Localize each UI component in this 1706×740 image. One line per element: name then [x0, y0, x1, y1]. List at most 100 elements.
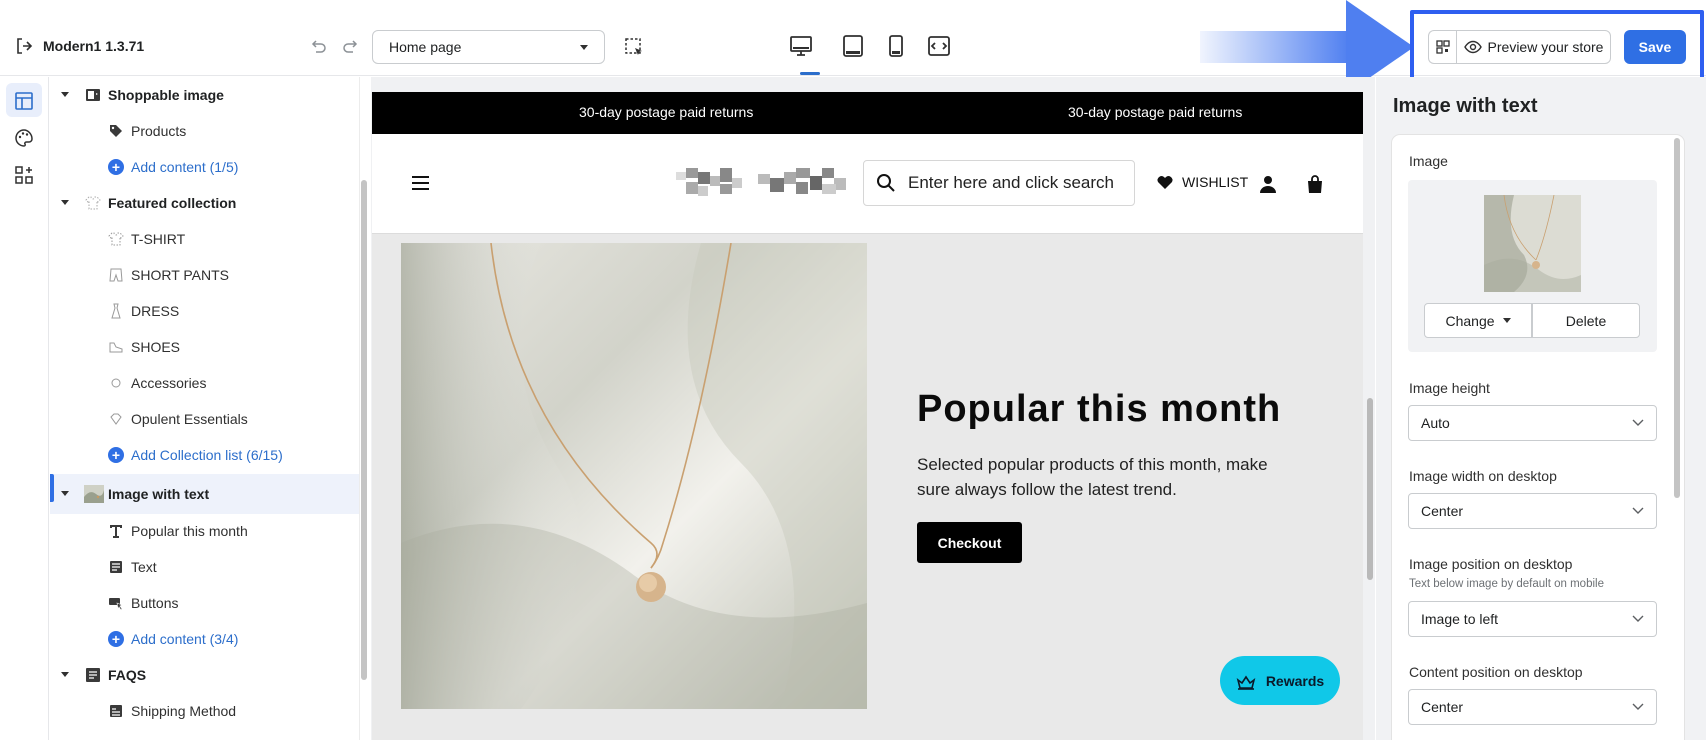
change-image-button[interactable]: Change — [1424, 303, 1532, 338]
add-content-button[interactable]: + Add content (3/4) — [50, 621, 359, 657]
plus-circle-icon: + — [108, 447, 124, 463]
section-featured-collection[interactable]: Featured collection — [50, 185, 359, 221]
section-shoppable-image[interactable]: Shoppable image — [50, 77, 359, 113]
block-buttons[interactable]: Buttons — [50, 585, 359, 621]
annotation-highlight-box — [1410, 10, 1704, 82]
fullscreen-icon[interactable] — [927, 34, 951, 58]
section-label: Shoppable image — [108, 87, 224, 103]
faq-list-icon — [86, 668, 100, 682]
tshirt-icon — [108, 232, 124, 246]
menu-icon[interactable] — [412, 176, 429, 190]
section-label: Image with text — [108, 486, 210, 502]
announcement-text: 30-day postage paid returns — [579, 104, 754, 120]
block-heading[interactable]: Popular this month — [50, 513, 359, 549]
block-tshirt[interactable]: T-SHIRT — [50, 221, 359, 257]
content-position-select[interactable]: Center — [1408, 689, 1657, 725]
select-value: Center — [1421, 699, 1464, 715]
image-position-select[interactable]: Image to left — [1408, 601, 1657, 637]
exit-icon[interactable] — [14, 36, 34, 56]
block-text[interactable]: Text — [50, 549, 359, 585]
redo-icon[interactable] — [341, 37, 361, 57]
desktop-icon[interactable] — [789, 34, 813, 58]
annotation-arrow-shaft — [1200, 31, 1350, 63]
checkout-button[interactable]: Checkout — [917, 522, 1022, 563]
chevron-down-icon — [1632, 615, 1644, 622]
tree-scrollbar-thumb[interactable] — [361, 180, 367, 680]
select-value: Image to left — [1421, 611, 1499, 627]
block-label: Products — [131, 123, 187, 139]
hero-text: Selected popular products of this month,… — [917, 455, 1268, 499]
block-label: Text — [131, 559, 157, 575]
tshirt-icon — [85, 196, 101, 210]
panel-title: Image with text — [1393, 95, 1538, 117]
shopping-bag-icon[interactable] — [1305, 174, 1325, 194]
selected-image-thumbnail[interactable] — [1484, 195, 1581, 292]
caret-down-icon[interactable] — [61, 491, 69, 496]
field-label: Image height — [1409, 380, 1490, 396]
announcement-text: 30-day postage paid returns — [1068, 104, 1243, 120]
select-value: Center — [1421, 503, 1464, 519]
caret-down-icon[interactable] — [61, 672, 69, 677]
section-label: FAQS — [108, 667, 147, 683]
add-label: Add content (3/4) — [131, 631, 239, 647]
block-shoes[interactable]: SHOES — [50, 329, 359, 365]
block-accessories[interactable]: Accessories — [50, 365, 359, 401]
field-label: Image position on desktop — [1409, 556, 1573, 572]
rewards-label: Rewards — [1265, 672, 1325, 689]
block-label: Accessories — [131, 375, 207, 391]
plus-circle-icon: + — [108, 159, 124, 175]
delete-image-button[interactable]: Delete — [1532, 303, 1640, 338]
block-dress[interactable]: DRESS — [50, 293, 359, 329]
canvas-scrollbar-thumb[interactable] — [1367, 398, 1373, 580]
store-search-box[interactable]: Enter here and click search — [863, 160, 1135, 206]
caret-down-icon — [1502, 318, 1511, 323]
rewards-button[interactable]: Rewards — [1220, 656, 1340, 705]
add-collection-list-button[interactable]: + Add Collection list (6/15) — [50, 437, 359, 473]
section-image-with-text[interactable]: Image with text — [50, 474, 359, 514]
block-short-pants[interactable]: SHORT PANTS — [50, 257, 359, 293]
theme-settings-palette-icon[interactable] — [13, 127, 35, 149]
inspector-select-icon[interactable] — [624, 37, 644, 57]
select-value: Auto — [1421, 415, 1450, 431]
image-label: Image — [1409, 153, 1448, 169]
block-label: T-SHIRT — [131, 231, 186, 247]
user-icon[interactable] — [1258, 174, 1278, 194]
apps-icon[interactable] — [13, 164, 35, 186]
heading-text-icon — [110, 525, 122, 538]
change-label: Change — [1445, 312, 1495, 329]
shorts-icon — [109, 268, 123, 282]
search-icon — [877, 174, 895, 192]
crown-gift-icon — [1236, 675, 1256, 690]
heart-icon — [1157, 176, 1173, 189]
mobile-icon[interactable] — [884, 34, 908, 58]
theme-name: Modern1 1.3.71 — [43, 38, 145, 54]
tablet-icon[interactable] — [841, 34, 865, 58]
sections-icon[interactable] — [13, 90, 35, 112]
image-thumbnail-icon — [84, 485, 104, 503]
section-tree: Shoppable image Products + Add content (… — [50, 77, 359, 740]
block-shipping-method[interactable]: Shipping Method — [50, 693, 359, 729]
dress-icon — [111, 303, 121, 319]
field-label: Image width on desktop — [1409, 468, 1557, 484]
store-header: Enter here and click search WISHLIST — [372, 134, 1363, 234]
block-opulent-essentials[interactable]: Opulent Essentials — [50, 401, 359, 437]
caret-down-icon[interactable] — [61, 92, 69, 97]
block-products[interactable]: Products — [50, 113, 359, 149]
block-label: SHORT PANTS — [131, 267, 230, 283]
collapsible-row-icon — [110, 705, 122, 717]
caret-down-icon[interactable] — [61, 200, 69, 205]
page-select[interactable]: Home page — [372, 30, 605, 64]
image-width-select[interactable]: Center — [1408, 493, 1657, 529]
caret-down-icon — [580, 44, 588, 50]
announcement-bar: 30-day postage paid returns 30-day posta… — [372, 92, 1363, 134]
button-click-icon — [109, 598, 123, 611]
wishlist-label: WISHLIST — [1182, 174, 1249, 190]
add-content-button[interactable]: + Add content (1/5) — [50, 149, 359, 185]
section-faqs[interactable]: FAQS — [50, 657, 359, 693]
undo-icon[interactable] — [308, 37, 328, 57]
editor-topbar: Modern1 1.3.71 Home page Preview your st… — [0, 0, 1706, 94]
wishlist-link[interactable]: WISHLIST — [1156, 174, 1248, 190]
image-height-select[interactable]: Auto — [1408, 405, 1657, 441]
store-logo[interactable] — [676, 166, 856, 200]
panel-scrollbar-thumb[interactable] — [1674, 138, 1680, 498]
